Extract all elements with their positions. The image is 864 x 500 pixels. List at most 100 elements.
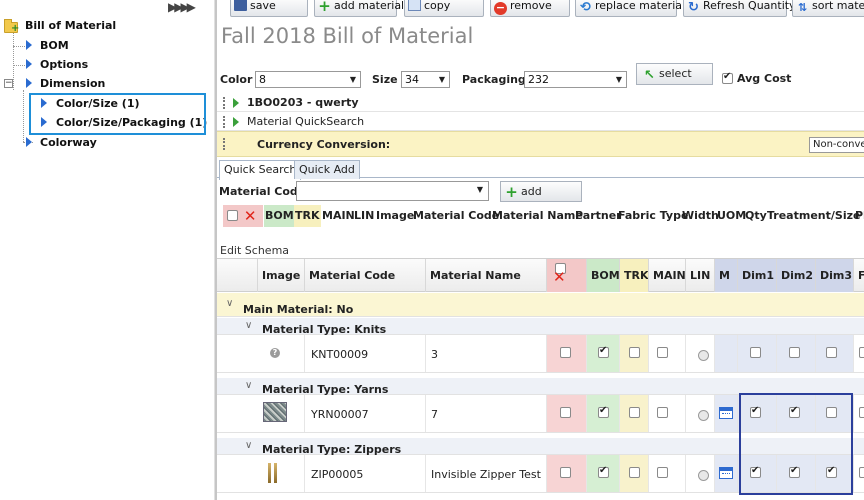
remove-button[interactable]: − remove (490, 0, 570, 17)
calendar-grid-icon[interactable] (719, 407, 733, 419)
image-cell (258, 455, 305, 492)
col-dim3[interactable]: Dim3 (816, 259, 854, 292)
select-cell (547, 335, 587, 372)
select-button[interactable]: ↖ select (636, 63, 713, 85)
replace-material-button[interactable]: ⟲ replace material (575, 0, 685, 17)
col-main[interactable]: MAIN (649, 259, 686, 292)
dim1-checkbox[interactable] (750, 347, 761, 358)
extra-cell (854, 335, 864, 372)
size-select[interactable]: 34 ▼ (401, 71, 450, 88)
col-dim2[interactable]: Dim2 (777, 259, 816, 292)
refresh-quantity-button[interactable]: ↻ Refresh Quantity (683, 0, 796, 17)
add-label: add (521, 185, 542, 198)
expand-arrow-icon[interactable] (233, 98, 239, 108)
table-row[interactable]: ? KNT00009 3 (217, 335, 864, 373)
col-bom[interactable]: BOM (587, 259, 620, 292)
clear-x-icon[interactable]: ✕ (244, 207, 257, 225)
main-checkbox[interactable] (657, 467, 668, 478)
dim2-checkbox[interactable] (789, 347, 800, 358)
clear-x-icon[interactable]: ✕ (553, 267, 566, 287)
bom-cell (587, 335, 620, 372)
main-panel: save + add material copy − remove ⟲ replace… (217, 0, 864, 500)
expand-arrow-icon[interactable] (26, 40, 32, 50)
tree-root-label[interactable]: Bill of Material (25, 19, 116, 32)
trk-checkbox[interactable] (629, 467, 640, 478)
packaging-label: Packaging (462, 73, 526, 86)
expand-arrow-icon[interactable] (26, 59, 32, 69)
expand-arrow-icon[interactable] (233, 117, 239, 127)
tree-item-bom[interactable]: BOM (40, 39, 69, 52)
qs-col-trk: TRK (294, 205, 321, 227)
save-button[interactable]: save (230, 0, 308, 17)
bom-checkbox[interactable] (598, 345, 609, 358)
trk-checkbox[interactable] (629, 407, 640, 418)
collapse-caret-icon[interactable]: ∨ (245, 440, 252, 451)
lin-radio[interactable] (698, 470, 709, 481)
material-name: Invisible Zipper Test (431, 468, 541, 481)
quicksearch-section-row[interactable]: Material QuickSearch (217, 113, 864, 131)
row-select-checkbox[interactable] (560, 347, 571, 358)
bom-checkbox[interactable] (598, 405, 609, 418)
tree-item-colorway[interactable]: Colorway (40, 136, 97, 149)
col-select[interactable]: ✕ (547, 259, 587, 292)
qs-select-checkbox[interactable] (227, 210, 238, 221)
drag-handle-icon[interactable] (223, 97, 225, 109)
drag-handle-icon[interactable] (223, 138, 225, 150)
drag-handle-icon[interactable] (223, 116, 225, 128)
copy-button[interactable]: copy (404, 0, 484, 17)
tree-item-options[interactable]: Options (40, 58, 88, 71)
expand-arrow-icon[interactable] (26, 137, 32, 147)
yarn-thumbnail[interactable] (263, 402, 287, 422)
edit-schema-link[interactable]: Edit Schema (220, 244, 289, 257)
collapse-panel-icon[interactable]: ▶▶▶▶ (168, 0, 210, 16)
image-cell (258, 395, 305, 432)
zipper-thumbnail[interactable] (265, 463, 281, 483)
page-title: Fall 2018 Bill of Material (221, 24, 474, 48)
style-row[interactable]: 1BO0203 - qwerty (217, 94, 864, 112)
qs-col-bom: BOM (264, 205, 295, 227)
extra-checkbox[interactable] (859, 347, 864, 358)
currency-select[interactable]: Non-conve (809, 137, 864, 153)
tree-item-dimension[interactable]: Dimension (40, 77, 105, 90)
col-dim1[interactable]: Dim1 (738, 259, 777, 292)
col-lin[interactable]: LIN (686, 259, 715, 292)
col-extra[interactable]: F (854, 259, 864, 292)
tab-quick-search[interactable]: Quick Search (219, 160, 302, 180)
add-button[interactable]: + add (500, 181, 582, 202)
lin-radio[interactable] (698, 410, 709, 421)
row-select-checkbox[interactable] (560, 467, 571, 478)
avg-cost-checkbox[interactable] (722, 71, 733, 84)
packaging-select[interactable]: 232 ▼ (524, 71, 627, 88)
col-trk[interactable]: TRK (620, 259, 649, 292)
lin-cell (686, 335, 715, 372)
main-checkbox[interactable] (657, 347, 668, 358)
main-checkbox[interactable] (657, 407, 668, 418)
col-material-name[interactable]: Material Name (426, 259, 547, 292)
bom-checkbox[interactable] (598, 465, 609, 478)
extra-checkbox[interactable] (859, 407, 864, 418)
avg-cost-toggle[interactable]: Avg Cost (722, 71, 791, 85)
collapse-caret-icon[interactable]: ∨ (245, 320, 252, 331)
qs-select-all[interactable]: ✕ (223, 205, 263, 227)
color-select[interactable]: 8 ▼ (255, 71, 361, 88)
dim3-checkbox[interactable] (826, 347, 837, 358)
expand-arrow-icon[interactable] (26, 78, 32, 88)
row-select-checkbox[interactable] (560, 407, 571, 418)
add-material-button[interactable]: + add material (314, 0, 404, 17)
calendar-grid-icon[interactable] (719, 467, 733, 479)
lin-radio[interactable] (698, 350, 709, 361)
tab-quick-add[interactable]: Quick Add (294, 160, 360, 179)
collapse-caret-icon[interactable]: ∨ (226, 298, 233, 309)
col-material-code[interactable]: Material Code (305, 259, 426, 292)
group-row-main-material[interactable]: ∨ Main Material: No (217, 293, 864, 317)
bom-cell (587, 455, 620, 492)
col-m[interactable]: M (715, 259, 738, 292)
collapse-minus-icon[interactable]: − (4, 79, 13, 88)
sort-material-button[interactable]: ⇅ sort mater (792, 0, 864, 17)
collapse-caret-icon[interactable]: ∨ (245, 380, 252, 391)
trk-checkbox[interactable] (629, 347, 640, 358)
group-row-material-type[interactable]: ∨ Material Type: Knits (217, 318, 864, 336)
col-image[interactable]: Image (258, 259, 305, 292)
material-code-select[interactable]: ▼ (296, 181, 489, 201)
extra-checkbox[interactable] (859, 467, 864, 478)
